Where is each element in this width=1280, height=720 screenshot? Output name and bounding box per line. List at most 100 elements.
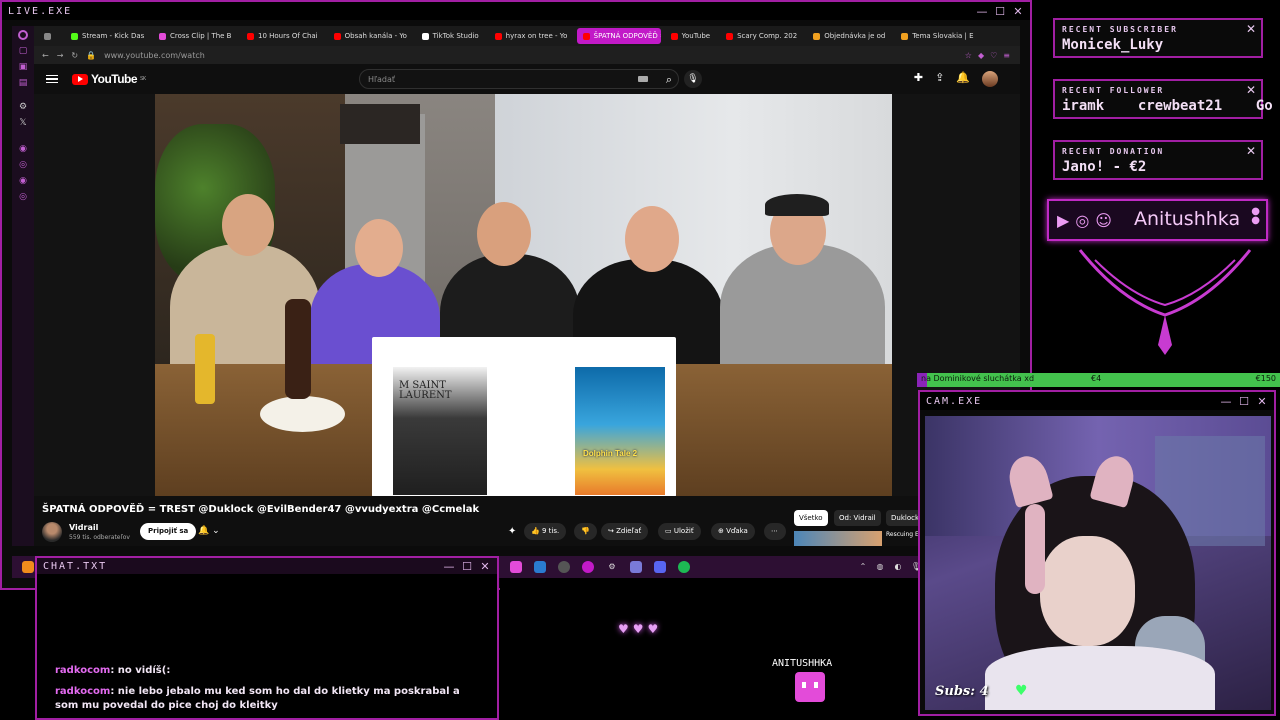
- dislike-button[interactable]: 👎: [574, 523, 597, 540]
- maximize-icon[interactable]: ☐: [994, 5, 1006, 18]
- person-3-head: [477, 202, 531, 266]
- chip-all[interactable]: Všetko: [794, 510, 828, 526]
- join-button[interactable]: Pripojiť sa: [140, 523, 197, 540]
- tab-label: TikTok Studio: [432, 32, 479, 40]
- upload-icon[interactable]: ⇪: [935, 71, 944, 87]
- browser-tab[interactable]: 10 Hours Of Chai: [241, 28, 324, 44]
- thanks-button[interactable]: ⊕ Vďaka: [711, 523, 755, 540]
- cam-titlebar[interactable]: CAM.EXE — ☐ ✕: [920, 392, 1274, 410]
- tab-label: Cross Clip | The B: [170, 32, 232, 40]
- sidebar-icon-4[interactable]: ◉: [19, 144, 27, 154]
- tray-icon-2[interactable]: ◐: [892, 561, 904, 573]
- opera-logo-icon[interactable]: [18, 30, 28, 40]
- heart-icon[interactable]: ♡: [990, 51, 997, 60]
- search-input[interactable]: Hľadať ⌕: [359, 69, 679, 89]
- keyboard-icon[interactable]: [638, 76, 648, 82]
- browser-tab[interactable]: Scary Comp. 202: [720, 28, 803, 44]
- browser-tab[interactable]: Stream - Kick Das: [65, 28, 149, 44]
- tab-favicon-icon: [71, 32, 78, 40]
- share-button[interactable]: ↪ Zdieľať: [601, 523, 649, 540]
- x-twitter-icon[interactable]: 𝕏: [19, 118, 26, 128]
- pixel-cat-icon: [795, 672, 825, 702]
- microphone-icon[interactable]: 🎙: [684, 70, 702, 88]
- sidebar-icon-3[interactable]: ▤: [19, 78, 28, 88]
- maximize-icon[interactable]: ☐: [461, 560, 473, 573]
- close-icon[interactable]: ✕: [1012, 5, 1024, 18]
- hamburger-icon[interactable]: [46, 74, 58, 84]
- minimize-icon[interactable]: —: [1220, 395, 1232, 408]
- channel-name[interactable]: Vidrail: [69, 523, 98, 532]
- chat-titlebar[interactable]: CHAT.TXT — ☐ ✕: [37, 558, 497, 574]
- create-icon[interactable]: ✚: [914, 71, 923, 87]
- browser-tab[interactable]: [38, 28, 61, 44]
- sidebar-icon-1[interactable]: ▢: [19, 46, 28, 56]
- avatar[interactable]: [982, 71, 998, 87]
- person-1-head: [222, 194, 274, 256]
- notifications-icon[interactable]: 🔔: [956, 71, 970, 87]
- bell-icon[interactable]: 🔔 ⌄: [198, 526, 220, 536]
- chip-from-channel[interactable]: Od: Vidrail: [834, 510, 881, 526]
- minimize-icon[interactable]: —: [976, 5, 988, 18]
- minimize-icon[interactable]: —: [443, 560, 455, 573]
- tab-favicon-icon: [494, 32, 502, 40]
- forward-icon[interactable]: →: [57, 51, 64, 60]
- settings-icon[interactable]: ⚙: [19, 102, 27, 112]
- discord-icon: ☺: [1095, 211, 1112, 230]
- url-field[interactable]: www.youtube.com/watch: [104, 51, 205, 60]
- tab-favicon-icon: [582, 32, 590, 40]
- extension-icon[interactable]: ◆: [978, 51, 984, 60]
- more-actions-icon[interactable]: ⋯: [764, 523, 786, 540]
- browser-tab[interactable]: TikTok Studio: [416, 28, 485, 44]
- close-icon[interactable]: ✕: [479, 560, 491, 573]
- cam-window: CAM.EXE — ☐ ✕ Subs: 4 ♥: [918, 390, 1276, 716]
- search-placeholder: Hľadať: [368, 74, 396, 84]
- close-icon[interactable]: ✕: [1256, 395, 1268, 408]
- video-player[interactable]: M SAINT LAURENT Dolphin Tale 2: [155, 94, 892, 496]
- browser-tab[interactable]: Objednávka je od: [807, 28, 891, 44]
- close-icon[interactable]: ✕: [1246, 144, 1256, 158]
- tab-favicon-icon: [901, 32, 909, 40]
- recent-donation-label: RECENT DONATION: [1062, 147, 1165, 156]
- video-plate: [260, 396, 345, 432]
- ai-icon[interactable]: ✦: [508, 526, 516, 537]
- sidebar-icon-2[interactable]: ▣: [19, 62, 28, 72]
- youtube-play-icon: [72, 73, 88, 85]
- obs-icon[interactable]: [558, 561, 570, 573]
- browser-tab[interactable]: YouTube: [665, 28, 716, 44]
- recommended-thumbnail[interactable]: [794, 531, 882, 546]
- video-bottle: [285, 299, 311, 399]
- save-icon: ▭: [665, 527, 674, 535]
- sidebar-icon-5[interactable]: ◎: [19, 160, 27, 170]
- settings-taskbar-icon[interactable]: ⚙: [606, 561, 618, 573]
- browser-tab[interactable]: Cross Clip | The B: [153, 28, 237, 44]
- taskbar-app-2[interactable]: [630, 561, 642, 573]
- browser-tab[interactable]: Tema Slovakia | E: [895, 28, 979, 44]
- steam-icon[interactable]: [534, 561, 546, 573]
- opera-icon[interactable]: [582, 561, 594, 573]
- browser-tab[interactable]: hyrax on tree - Yo: [489, 28, 573, 44]
- maximize-icon[interactable]: ☐: [1238, 395, 1250, 408]
- taskbar-app-1[interactable]: [510, 561, 522, 573]
- tray-icon-1[interactable]: ◍: [874, 561, 886, 573]
- live-titlebar[interactable]: LIVE.EXE — ☐ ✕: [2, 2, 1030, 20]
- menu-icon[interactable]: ≡: [1003, 51, 1010, 60]
- browser-tab[interactable]: ŠPATNÁ ODPOVĚĎ = TRE: [576, 28, 661, 44]
- browser-tab[interactable]: Obsah kanála - Yo: [328, 28, 412, 44]
- sidebar-icon-7[interactable]: ◎: [19, 192, 27, 202]
- start-icon[interactable]: [22, 561, 34, 573]
- close-icon[interactable]: ✕: [1246, 22, 1256, 36]
- search-icon[interactable]: ⌕: [666, 73, 672, 87]
- ornament-icon: [1078, 249, 1252, 355]
- spotify-icon[interactable]: [678, 561, 690, 573]
- like-button[interactable]: 👍 9 tis.: [524, 523, 567, 540]
- tray-chevron-icon[interactable]: ⌃: [857, 561, 869, 573]
- youtube-logo[interactable]: YouTube SK: [72, 72, 146, 86]
- reload-icon[interactable]: ↻: [71, 51, 78, 60]
- channel-avatar[interactable]: [42, 522, 62, 542]
- sidebar-icon-6[interactable]: ◉: [19, 176, 27, 186]
- bookmark-icon[interactable]: ☆: [965, 51, 972, 60]
- close-icon[interactable]: ✕: [1246, 83, 1256, 97]
- back-icon[interactable]: ←: [42, 51, 49, 60]
- discord-icon[interactable]: [654, 561, 666, 573]
- save-button[interactable]: ▭ Uložiť: [658, 523, 701, 540]
